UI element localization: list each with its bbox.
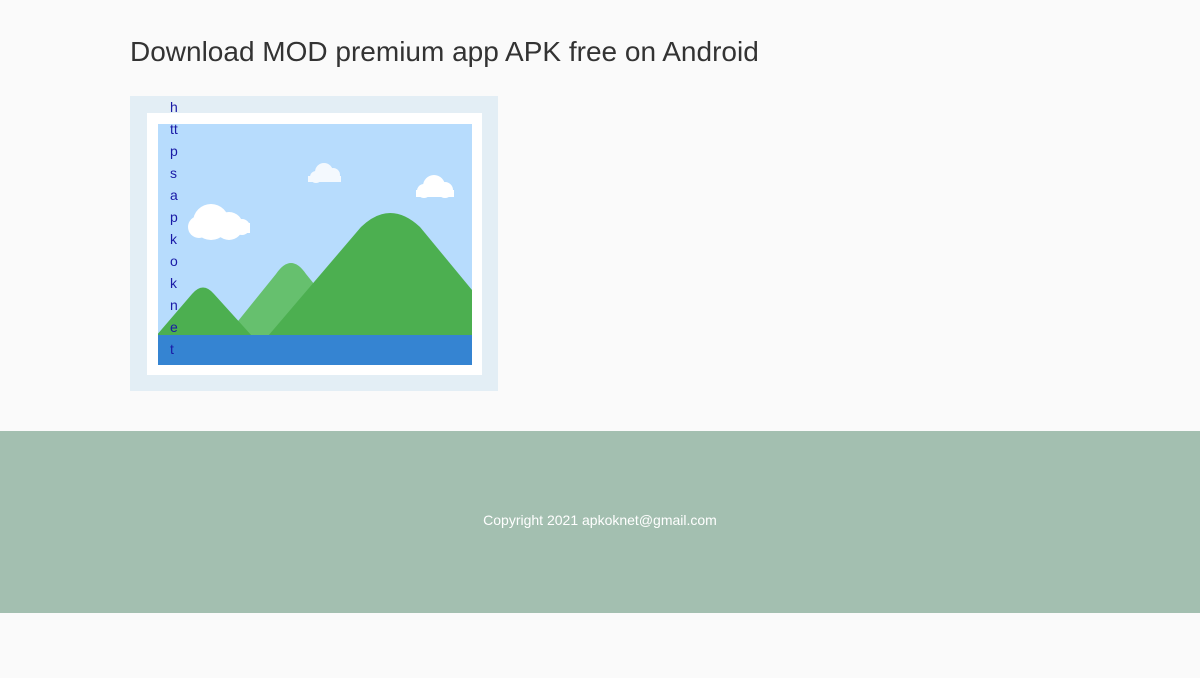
- water: [158, 335, 472, 365]
- image-placeholder[interactable]: [130, 96, 498, 391]
- image-placeholder-icon: [158, 124, 472, 365]
- footer: Copyright 2021 apkoknet@gmail.com: [0, 431, 1200, 613]
- page-title: Download MOD premium app APK free on And…: [130, 36, 759, 67]
- footer-email-link[interactable]: apkoknet@gmail.com: [582, 512, 717, 528]
- footer-copyright: Copyright 2021 apkoknet@gmail.com: [0, 512, 1200, 528]
- copyright-text: Copyright 2021: [483, 512, 579, 528]
- image-inner-frame: [147, 113, 482, 375]
- image-alt-link[interactable]: https://apkok.net: [170, 96, 178, 412]
